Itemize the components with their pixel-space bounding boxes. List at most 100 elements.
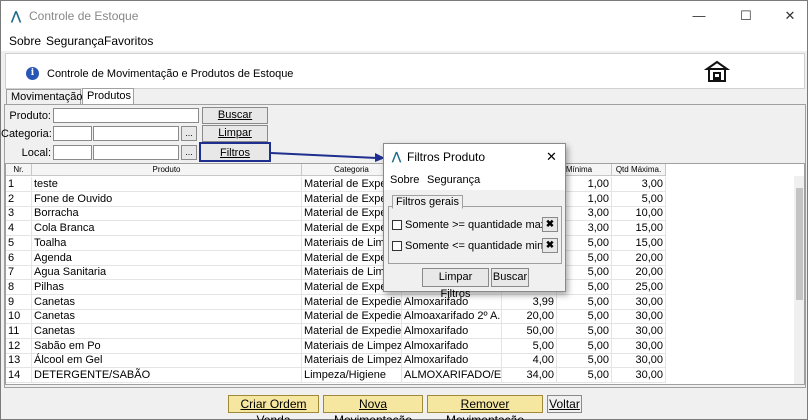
table-row[interactable]: 7 Agua Sanitaria Materiais de Limp 5,00 20,0… <box>6 265 666 281</box>
voltar-button[interactable]: Voltar <box>547 395 582 413</box>
dialog-title: Filtros Produto <box>407 150 486 164</box>
cell-max: 30,00 <box>612 353 666 369</box>
table-row[interactable]: 10 Canetas Material de Expedie... Almoaxari… <box>6 309 666 325</box>
col-header-qtd-maxima[interactable]: Qtd Máxima. <box>612 164 666 176</box>
table-row[interactable]: 2 Fone de Ouvido Material de Exped 1,00 5,00 <box>6 191 666 207</box>
min-quantity-label: Somente <= quantidade min. <box>405 240 547 252</box>
cell-produto: Sabão em Po <box>32 338 302 354</box>
dialog-close-button[interactable]: ✕ <box>546 149 557 165</box>
close-button[interactable]: ✕ <box>775 5 805 27</box>
cell-produto: Fone de Ouvido <box>32 191 302 207</box>
cell-max: 15,00 <box>612 221 666 237</box>
cell-nr: 4 <box>6 221 32 237</box>
menu-seguranca[interactable]: Segurança <box>46 34 104 48</box>
cell-max: 30,00 <box>612 368 666 384</box>
tab-movimentacao[interactable]: Movimentação <box>6 89 83 105</box>
col-header-produto[interactable]: Produto <box>32 164 302 176</box>
tab-filtros-gerais[interactable]: Filtros gerais <box>392 195 463 209</box>
table-row[interactable]: 8 Pilhas Material de Exped 5,00 25,00 <box>6 279 666 295</box>
limpar-button[interactable]: Limpar <box>202 125 268 142</box>
clear-min-button[interactable]: ✖ <box>542 238 558 253</box>
produto-label: Produto: <box>9 110 51 122</box>
cell-min: 5,00 <box>557 309 612 325</box>
cell-max: 30,00 <box>612 309 666 325</box>
cell-min: 5,00 <box>557 353 612 369</box>
cell-min: 5,00 <box>557 338 612 354</box>
cell-qtd: 5,00 <box>502 338 557 354</box>
title-bar: ⋀ Controle de Estoque — ☐ ✕ <box>1 1 807 31</box>
cell-max: 10,00 <box>612 206 666 222</box>
cell-nr: 13 <box>6 353 32 369</box>
table-row[interactable]: 6 Agenda Material de Exped 5,00 20,00 <box>6 250 666 266</box>
cell-max: 25,00 <box>612 279 666 295</box>
cell-min: 5,00 <box>557 368 612 384</box>
nova-movimentacao-button[interactable]: Nova Movimentação <box>323 395 423 420</box>
table-row[interactable]: 3 Borracha Material de Exped 3,00 10,00 <box>6 206 666 222</box>
max-quantity-checkbox[interactable] <box>392 220 402 230</box>
categoria-code-input[interactable] <box>53 126 92 141</box>
table-row[interactable]: 11 Canetas Material de Expedie... Almoxarif… <box>6 324 666 339</box>
dialog-menu-seguranca[interactable]: Segurança <box>427 174 480 186</box>
cell-local: Almoaxarifado 2º A... <box>402 309 502 325</box>
col-header-nr[interactable]: Nr. <box>6 164 32 176</box>
cell-nr: 8 <box>6 279 32 295</box>
cell-nr: 1 <box>6 177 32 192</box>
buscar-button[interactable]: Buscar <box>202 107 268 124</box>
produto-input[interactable] <box>53 108 199 123</box>
cell-max: 30,00 <box>612 294 666 310</box>
cell-categoria: Limpeza/Higiene <box>302 368 402 384</box>
main-window: ⋀ Controle de Estoque — ☐ ✕ Sobre Segura… <box>0 0 808 420</box>
dialog-buscar-button[interactable]: Buscar <box>491 268 529 287</box>
cell-categoria: Materiais de Limpeza <box>302 353 402 369</box>
pointer-arrow <box>270 152 385 162</box>
min-quantity-checkbox[interactable] <box>392 241 402 251</box>
cell-local: Almoxarifado <box>402 324 502 339</box>
local-name-input[interactable] <box>93 145 179 160</box>
cell-qtd: 4,00 <box>502 353 557 369</box>
cell-max: 30,00 <box>612 324 666 339</box>
minimize-button[interactable]: — <box>684 5 714 27</box>
cell-produto: Borracha <box>32 206 302 222</box>
cell-nr: 7 <box>6 265 32 281</box>
limpar-filtros-button[interactable]: Limpar Filtros <box>422 268 489 300</box>
local-lookup-button[interactable]: ... <box>181 145 197 160</box>
table-row[interactable]: 4 Cola Branca Material de Exped 3,00 15,00 <box>6 221 666 237</box>
cell-qtd: 20,00 <box>502 309 557 325</box>
clear-max-button[interactable]: ✖ <box>542 217 558 232</box>
cell-max: 30,00 <box>612 338 666 354</box>
cell-nr: 10 <box>6 309 32 325</box>
cell-local: Almoxarifado <box>402 353 502 369</box>
table-header: Nr. Produto Categoria d. Mínima Qtd Máxi… <box>6 164 666 176</box>
dialog-menu-sobre[interactable]: Sobre <box>390 174 419 186</box>
cell-produto: Canetas <box>32 294 302 310</box>
table-row[interactable]: 13 Álcool em Gel Materiais de Limpeza Almox… <box>6 353 666 369</box>
remover-movimentacao-button[interactable]: Remover Movimentação <box>427 395 543 420</box>
window-title: Controle de Estoque <box>29 9 139 23</box>
cell-nr: 5 <box>6 235 32 251</box>
table-row[interactable]: 9 Canetas Material de Expedie... Almoxarifa… <box>6 294 666 310</box>
cell-qtd: 34,00 <box>502 368 557 384</box>
cell-categoria: Material de Expedie... <box>302 324 402 339</box>
table-row[interactable]: 14 DETERGENTE/SABÃO Limpeza/Higiene ALMOXAR… <box>6 368 666 384</box>
table-row[interactable]: 1 teste Material de Exped 1,00 3,00 <box>6 177 666 192</box>
filtros-button[interactable]: Filtros <box>199 142 271 162</box>
criar-ordem-venda-button[interactable]: Criar Ordem Venda <box>228 395 319 420</box>
scrollbar-thumb[interactable] <box>796 188 803 300</box>
categoria-name-input[interactable] <box>93 126 179 141</box>
local-code-input[interactable] <box>53 145 92 160</box>
cell-nr: 9 <box>6 294 32 310</box>
categoria-lookup-button[interactable]: ... <box>181 126 197 141</box>
maximize-button[interactable]: ☐ <box>731 5 761 27</box>
vertical-scrollbar[interactable] <box>794 176 804 384</box>
menu-favoritos[interactable]: Favoritos <box>104 34 153 48</box>
table-row[interactable]: 12 Sabão em Po Materiais de Limpeza Almoxar… <box>6 338 666 354</box>
warehouse-icon <box>704 59 730 83</box>
table-row[interactable]: 5 Toalha Materiais de Limpe 5,00 15,00 <box>6 235 666 251</box>
cell-produto: Agua Sanitaria <box>32 265 302 281</box>
menu-sobre[interactable]: Sobre <box>9 34 41 48</box>
cell-produto: Álcool em Gel <box>32 353 302 369</box>
cell-nr: 6 <box>6 250 32 266</box>
page-title: Controle de Movimentação e Produtos de E… <box>47 68 294 80</box>
cell-nr: 3 <box>6 206 32 222</box>
cell-nr: 14 <box>6 368 32 384</box>
